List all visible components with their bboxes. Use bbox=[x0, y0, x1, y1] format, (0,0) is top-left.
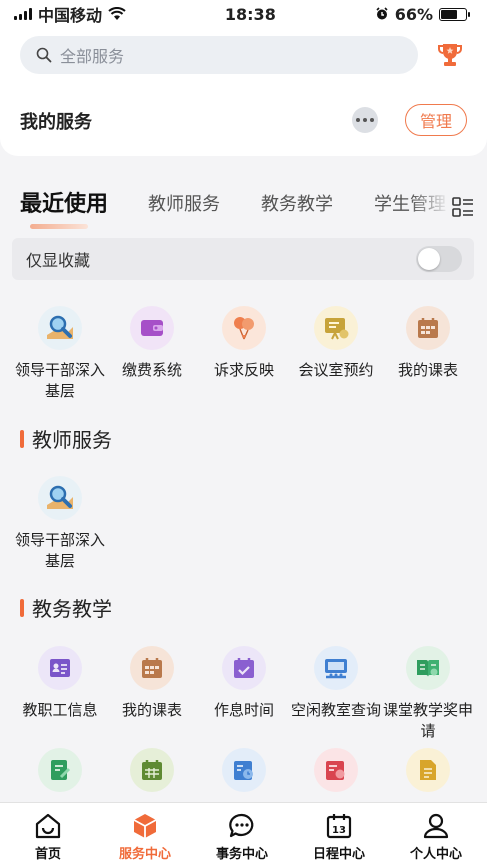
app-item[interactable] bbox=[382, 748, 474, 792]
app-label: 诉求反映 bbox=[213, 361, 274, 379]
recent-apps-row: 领导干部深入基层 缴费系统 诉求反映 会议室预约 我的课表 bbox=[0, 306, 487, 406]
search-placeholder: 全部服务 bbox=[60, 47, 125, 66]
favorites-only-toggle[interactable] bbox=[416, 246, 462, 272]
tab-academic-affairs[interactable]: 教务教学 bbox=[261, 190, 333, 216]
app-staff-info[interactable]: 教职工信息 bbox=[14, 646, 106, 721]
app-label: 教职工信息 bbox=[22, 701, 98, 719]
more-button[interactable] bbox=[352, 107, 378, 133]
battery-percent: 66% bbox=[394, 4, 433, 24]
calendar-13-icon: 13 bbox=[326, 814, 352, 839]
alarm-icon bbox=[376, 7, 388, 20]
app-leader-visit[interactable]: 领导干部深入基层 bbox=[14, 476, 106, 572]
app-appeals[interactable]: 诉求反映 bbox=[198, 306, 290, 381]
academic-affairs-apps-row2 bbox=[0, 748, 487, 802]
nav-personal-center[interactable]: 个人中心 bbox=[388, 811, 484, 862]
list-grid-icon[interactable] bbox=[452, 196, 474, 218]
app-leader-visit[interactable]: 领导干部深入基层 bbox=[14, 306, 106, 402]
favorites-only-row: 仅显收藏 bbox=[12, 238, 474, 280]
carrier-label: 中国移动 bbox=[38, 6, 103, 25]
search-icon bbox=[36, 47, 52, 63]
tab-teacher-services[interactable]: 教师服务 bbox=[148, 190, 220, 216]
nav-affairs-center[interactable]: 事务中心 bbox=[194, 811, 290, 862]
edit-doc-icon bbox=[38, 748, 82, 792]
manage-button[interactable]: 管理 bbox=[405, 104, 467, 136]
nav-home[interactable]: 首页 bbox=[0, 811, 96, 862]
app-label: 我的课表 bbox=[121, 701, 182, 719]
app-item[interactable] bbox=[106, 748, 198, 792]
favorites-only-label: 仅显收藏 bbox=[26, 251, 91, 270]
timetable-icon bbox=[130, 646, 174, 690]
classroom-icon bbox=[314, 646, 358, 690]
nav-schedule-center[interactable]: 13 日程中心 bbox=[291, 811, 387, 862]
app-my-timetable[interactable]: 我的课表 bbox=[382, 306, 474, 381]
app-label: 缴费系统 bbox=[121, 361, 182, 379]
magnifier-icon bbox=[38, 476, 82, 520]
app-label: 空闲教室查询 bbox=[290, 701, 381, 719]
app-free-classroom[interactable]: 空闲教室查询 bbox=[290, 646, 382, 721]
timetable-icon bbox=[406, 306, 450, 350]
document-icon bbox=[406, 748, 450, 792]
app-schedule-time[interactable]: 作息时间 bbox=[198, 646, 290, 721]
app-label: 课堂教学奖申请 bbox=[382, 701, 473, 740]
section-title-academic-affairs: 教务教学 bbox=[20, 593, 112, 622]
tab-recent[interactable]: 最近使用 bbox=[20, 186, 108, 218]
search-input[interactable]: 全部服务 bbox=[20, 36, 418, 74]
balloons-icon bbox=[222, 306, 266, 350]
app-label: 我的课表 bbox=[397, 361, 458, 379]
magnifier-icon bbox=[38, 306, 82, 350]
schedule-check-icon bbox=[222, 748, 266, 792]
calendar-icon bbox=[222, 646, 266, 690]
app-item[interactable] bbox=[198, 748, 290, 792]
app-teaching-award[interactable]: 课堂教学奖申请 bbox=[382, 646, 474, 742]
app-my-timetable[interactable]: 我的课表 bbox=[106, 646, 198, 721]
clock: 18:38 bbox=[224, 4, 276, 24]
battery-icon bbox=[439, 7, 470, 21]
app-payment-system[interactable]: 缴费系统 bbox=[106, 306, 198, 381]
signal-icon bbox=[14, 8, 32, 20]
wifi-icon bbox=[108, 7, 126, 20]
presentation-icon bbox=[314, 306, 358, 350]
academic-affairs-apps: 教职工信息 我的课表 作息时间 空闲教室查询 课堂教学奖申请 bbox=[0, 646, 487, 746]
list-search-icon bbox=[314, 748, 358, 792]
my-services-title: 我的服务 bbox=[20, 112, 92, 133]
nav-service-center[interactable]: 服务中心 bbox=[97, 811, 193, 862]
top-card: 全部服务 我的服务 管理 bbox=[0, 28, 487, 156]
staff-card-icon bbox=[38, 646, 82, 690]
section-title-teacher-services: 教师服务 bbox=[20, 424, 112, 453]
app-meeting-room[interactable]: 会议室预约 bbox=[290, 306, 382, 381]
wallet-icon bbox=[130, 306, 174, 350]
award-book-icon bbox=[406, 646, 450, 690]
app-label: 领导干部深入基层 bbox=[14, 361, 105, 400]
calendar-grid-icon bbox=[130, 748, 174, 792]
app-item[interactable] bbox=[14, 748, 106, 792]
app-label: 会议室预约 bbox=[298, 361, 374, 379]
category-tabs: 最近使用 教师服务 教务教学 学生管理 bbox=[0, 184, 487, 232]
app-item[interactable] bbox=[290, 748, 382, 792]
status-bar: 中国移动 18:38 66% bbox=[0, 0, 487, 28]
teacher-services-apps: 领导干部深入基层 bbox=[0, 476, 487, 576]
chat-bubble-icon bbox=[229, 813, 254, 838]
svg-text:13: 13 bbox=[332, 825, 346, 836]
person-icon bbox=[423, 813, 449, 839]
bottom-navigation: 首页 服务中心 事务中心 13 日程中心 个人中心 bbox=[0, 802, 487, 866]
home-icon bbox=[35, 813, 61, 839]
app-label: 作息时间 bbox=[213, 701, 274, 719]
trophy-icon[interactable] bbox=[435, 40, 465, 70]
cube-icon bbox=[133, 814, 157, 838]
app-label: 领导干部深入基层 bbox=[14, 531, 105, 570]
active-tab-indicator bbox=[30, 224, 88, 229]
